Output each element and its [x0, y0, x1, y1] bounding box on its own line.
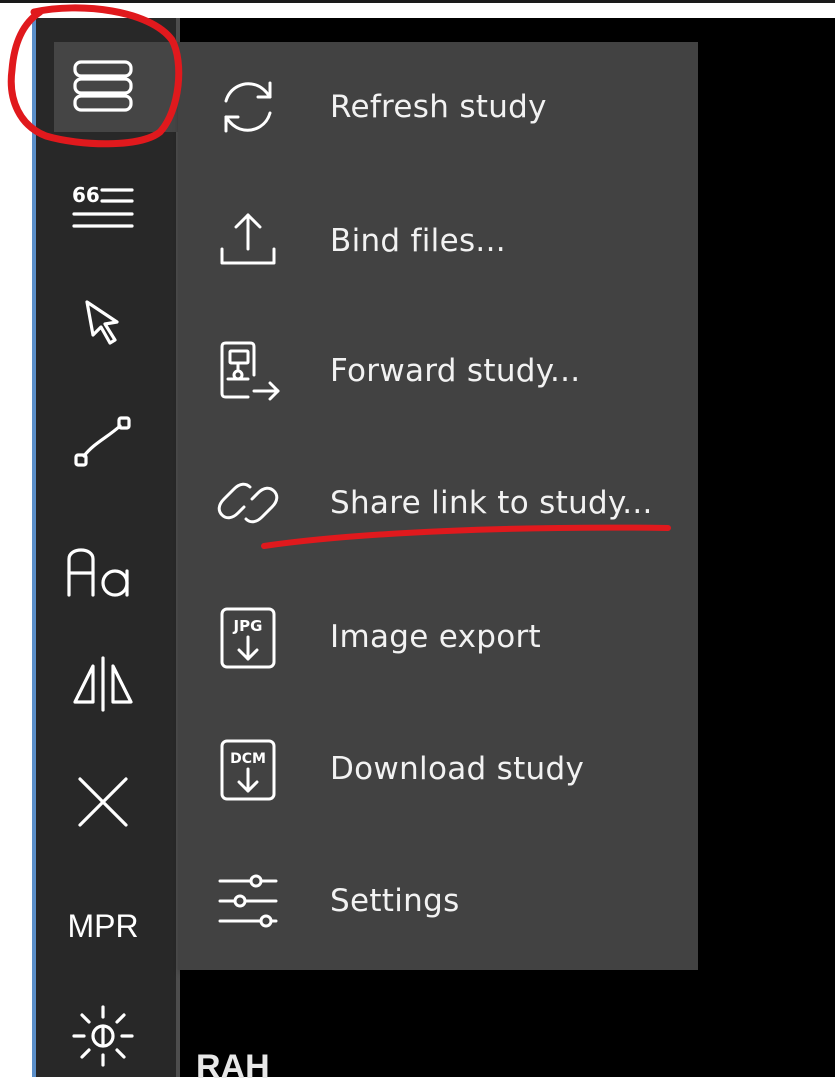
dcm-download-icon: DCM	[212, 733, 284, 805]
svg-text:JPG: JPG	[233, 617, 263, 635]
menu-item-label: Settings	[330, 883, 460, 919]
menu-item-label: Bind files...	[330, 223, 506, 259]
close-icon	[78, 777, 128, 827]
menu-item-share-link[interactable]: Share link to study...	[178, 444, 698, 562]
menu-item-settings[interactable]: Settings	[178, 842, 698, 960]
line-measure-button[interactable]	[48, 392, 158, 492]
window-level-button[interactable]	[48, 986, 158, 1086]
link-icon	[212, 467, 284, 539]
menu-item-label: Forward study...	[330, 353, 581, 389]
forward-icon	[212, 335, 284, 407]
flip-button[interactable]	[48, 632, 158, 732]
refresh-icon	[212, 71, 284, 143]
menu-item-image-export[interactable]: JPG Image export	[178, 578, 698, 696]
toolbar-edge	[32, 18, 36, 1077]
svg-text:DCM: DCM	[230, 751, 266, 767]
text-annotation-button[interactable]	[48, 520, 158, 620]
line-measure-icon	[74, 416, 131, 467]
menu-item-forward-study[interactable]: Forward study...	[178, 312, 698, 430]
main-menu-button[interactable]	[48, 36, 158, 136]
menu-icon	[73, 60, 133, 112]
mpr-label: MPR	[67, 907, 139, 944]
annotation-list-icon: 66	[72, 183, 134, 228]
menu-item-label: Share link to study...	[330, 485, 653, 521]
jpg-export-icon: JPG	[212, 601, 284, 673]
annotation-list-button[interactable]: 66	[48, 158, 158, 258]
close-tool-button[interactable]	[48, 752, 158, 852]
svg-text:66: 66	[72, 183, 100, 207]
upload-icon	[212, 205, 284, 277]
flip-icon	[73, 656, 133, 712]
menu-item-label: Refresh study	[330, 89, 547, 125]
menu-item-download-study[interactable]: DCM Download study	[178, 710, 698, 828]
text-annotation-icon	[67, 548, 129, 597]
menu-item-label: Download study	[330, 751, 585, 787]
top-border	[0, 0, 835, 3]
main-menu-dropdown: Refresh study Bind files... Forward stud	[178, 42, 698, 970]
menu-item-bind-files[interactable]: Bind files...	[178, 182, 698, 300]
menu-item-refresh-study[interactable]: Refresh study	[178, 48, 698, 166]
mpr-button[interactable]: MPR	[48, 876, 158, 976]
pointer-icon	[85, 300, 119, 345]
window-level-icon	[72, 1005, 134, 1067]
menu-item-label: Image export	[330, 619, 541, 655]
orientation-label: RAH	[196, 1048, 270, 1086]
sliders-icon	[212, 865, 284, 937]
pointer-tool-button[interactable]	[48, 272, 158, 372]
